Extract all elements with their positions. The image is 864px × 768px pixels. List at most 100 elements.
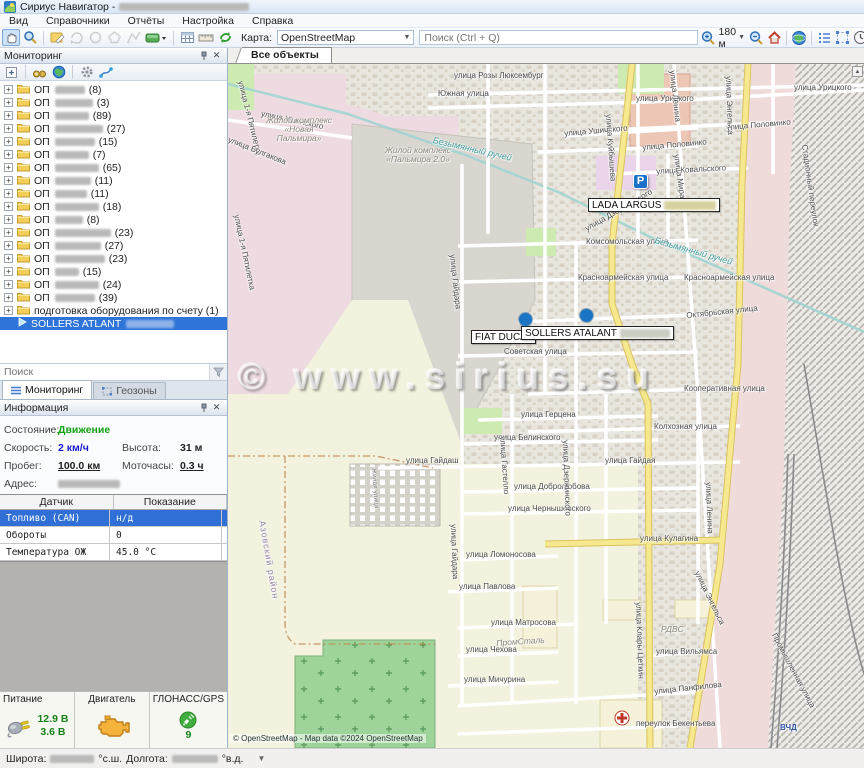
vehicle-map-label[interactable]: SOLLERS ATALANT — [521, 326, 674, 340]
tree-item-group[interactable]: +ОП(89) — [0, 109, 227, 122]
edit-tool-button[interactable] — [48, 29, 66, 46]
sensor-row[interactable]: Температура ОЖ45.0 °C — [0, 544, 227, 561]
tree-item-group[interactable]: +ОП(8) — [0, 83, 227, 96]
select-area-button[interactable] — [833, 29, 851, 46]
tree-item-group[interactable]: +ОП(23) — [0, 226, 227, 239]
sensor-column-header[interactable]: Датчик — [0, 495, 114, 509]
tree-item-group[interactable]: +ОП(23) — [0, 252, 227, 265]
map-scale-control[interactable]: 180 м ▼ — [717, 28, 747, 48]
expand-icon[interactable]: + — [4, 215, 13, 224]
tree-item-group[interactable]: +ОП(7) — [0, 148, 227, 161]
tree-item-group[interactable]: +ОП(27) — [0, 239, 227, 252]
hours-value[interactable]: 0.3 ч — [180, 460, 223, 472]
expand-icon[interactable]: + — [4, 267, 13, 276]
settings-button[interactable] — [78, 65, 95, 80]
parking-marker-icon[interactable]: P — [633, 174, 648, 189]
tab-monitoring[interactable]: Мониторинг — [2, 380, 92, 399]
sensor-row[interactable]: Обороты0 — [0, 527, 227, 544]
tree-search-input[interactable] — [0, 364, 209, 380]
expand-icon[interactable]: + — [4, 85, 13, 94]
tree-item-group[interactable]: +ОП(27) — [0, 122, 227, 135]
tree-item-group[interactable]: +ОП(18) — [0, 200, 227, 213]
expand-icon[interactable]: + — [4, 202, 13, 211]
map-provider-select[interactable]: OpenStreetMap ▼ — [277, 30, 414, 45]
magnifier-icon — [23, 30, 38, 45]
vehicle-position-marker[interactable] — [580, 309, 593, 322]
expand-icon[interactable]: + — [4, 137, 13, 146]
close-icon[interactable]: ✕ — [210, 402, 223, 414]
layers-icon — [145, 30, 167, 45]
menu-item-справка[interactable]: Справка — [243, 15, 302, 27]
tree-item-group[interactable]: +ОП(15) — [0, 265, 227, 278]
zoom-tool-button[interactable] — [21, 29, 39, 46]
ruler-button[interactable] — [197, 29, 215, 46]
globe-button[interactable] — [790, 29, 808, 46]
zoom-in-button[interactable] — [699, 29, 717, 46]
tree-item-selected-vehicle[interactable]: SOLLERS ATLANT — [0, 317, 227, 330]
group-name-redacted — [55, 190, 87, 198]
folder-icon — [17, 265, 30, 276]
pan-tool-button[interactable] — [2, 29, 20, 46]
tree-item-group[interactable]: +ОП(24) — [0, 278, 227, 291]
sensor-row[interactable]: Топливо (CAN)н/д — [0, 510, 227, 527]
tree-item-group[interactable]: +ОП(65) — [0, 161, 227, 174]
rotate-tool-button[interactable] — [67, 29, 85, 46]
polyline-tool-button[interactable] — [124, 29, 142, 46]
tree-item-group[interactable]: +ОП(39) — [0, 291, 227, 304]
layers-button[interactable] — [143, 29, 169, 46]
history-button[interactable] — [851, 29, 864, 46]
tree-item-group[interactable]: +ОП(3) — [0, 96, 227, 109]
polygon-tool-button[interactable] — [105, 29, 123, 46]
vehicle-position-marker[interactable] — [519, 313, 532, 326]
expand-icon[interactable]: + — [4, 163, 13, 172]
tree-item-group[interactable]: +ОП(11) — [0, 174, 227, 187]
object-list-button[interactable] — [815, 29, 833, 46]
grid-button[interactable] — [178, 29, 196, 46]
expand-icon[interactable]: + — [4, 293, 13, 302]
expand-icon[interactable]: + — [4, 241, 13, 250]
vehicle-map-label[interactable]: LADA LARGUS — [588, 198, 720, 212]
home-button[interactable] — [765, 29, 783, 46]
show-on-map-button[interactable] — [50, 65, 67, 80]
value-column-header[interactable]: Показание — [114, 495, 228, 509]
map-label: Жилой комплекс «Новая Пальмира» — [262, 116, 336, 143]
menu-item-настройка[interactable]: Настройка — [173, 15, 243, 27]
map-canvas[interactable]: Южная улицаулица Урицкогоулица Урицкогоу… — [228, 64, 864, 748]
tree-item-group[interactable]: +ОП(15) — [0, 135, 227, 148]
tree-item-group[interactable]: +ОП(8) — [0, 213, 227, 226]
expand-icon[interactable]: + — [4, 150, 13, 159]
mileage-value[interactable]: 100.0 км — [58, 460, 122, 472]
tree-item-group[interactable]: +подготовка оборудования по счету (1) — [0, 304, 227, 317]
track-button[interactable] — [97, 65, 114, 80]
folder-icon — [17, 252, 30, 263]
expand-icon[interactable]: + — [4, 176, 13, 185]
tab-geozones[interactable]: Геозоны — [93, 382, 165, 399]
global-search-input[interactable] — [419, 30, 697, 45]
expand-icon[interactable]: + — [4, 254, 13, 263]
zoom-out-button[interactable] — [747, 29, 765, 46]
circle-tool-button[interactable] — [86, 29, 104, 46]
selection-frame-icon — [835, 30, 850, 45]
pin-icon[interactable] — [197, 50, 210, 62]
close-icon[interactable]: ✕ — [210, 50, 223, 62]
expand-icon[interactable]: + — [4, 228, 13, 237]
find-on-map-button[interactable] — [31, 65, 48, 80]
expand-icon[interactable]: + — [4, 124, 13, 133]
edit-icon — [50, 30, 65, 45]
expand-icon[interactable]: + — [4, 306, 13, 315]
expand-icon[interactable]: + — [4, 98, 13, 107]
expand-icon[interactable]: + — [4, 189, 13, 198]
menu-item-вид[interactable]: Вид — [0, 15, 37, 27]
menu-item-отчёты[interactable]: Отчёты — [119, 15, 174, 27]
map-scroll-up-button[interactable]: ▲ — [852, 66, 863, 77]
map-tab-all-objects[interactable]: Все объекты — [242, 47, 332, 63]
refresh-button[interactable] — [216, 29, 234, 46]
expand-icon[interactable]: + — [4, 111, 13, 120]
search-filter-icon[interactable] — [209, 364, 227, 380]
menu-item-справочники[interactable]: Справочники — [37, 15, 119, 27]
expand-all-button[interactable] — [3, 65, 20, 80]
pin-icon[interactable] — [197, 402, 210, 414]
tree-item-group[interactable]: +ОП(11) — [0, 187, 227, 200]
expand-icon[interactable]: + — [4, 280, 13, 289]
chevron-down-icon[interactable]: ▼ — [257, 754, 265, 763]
